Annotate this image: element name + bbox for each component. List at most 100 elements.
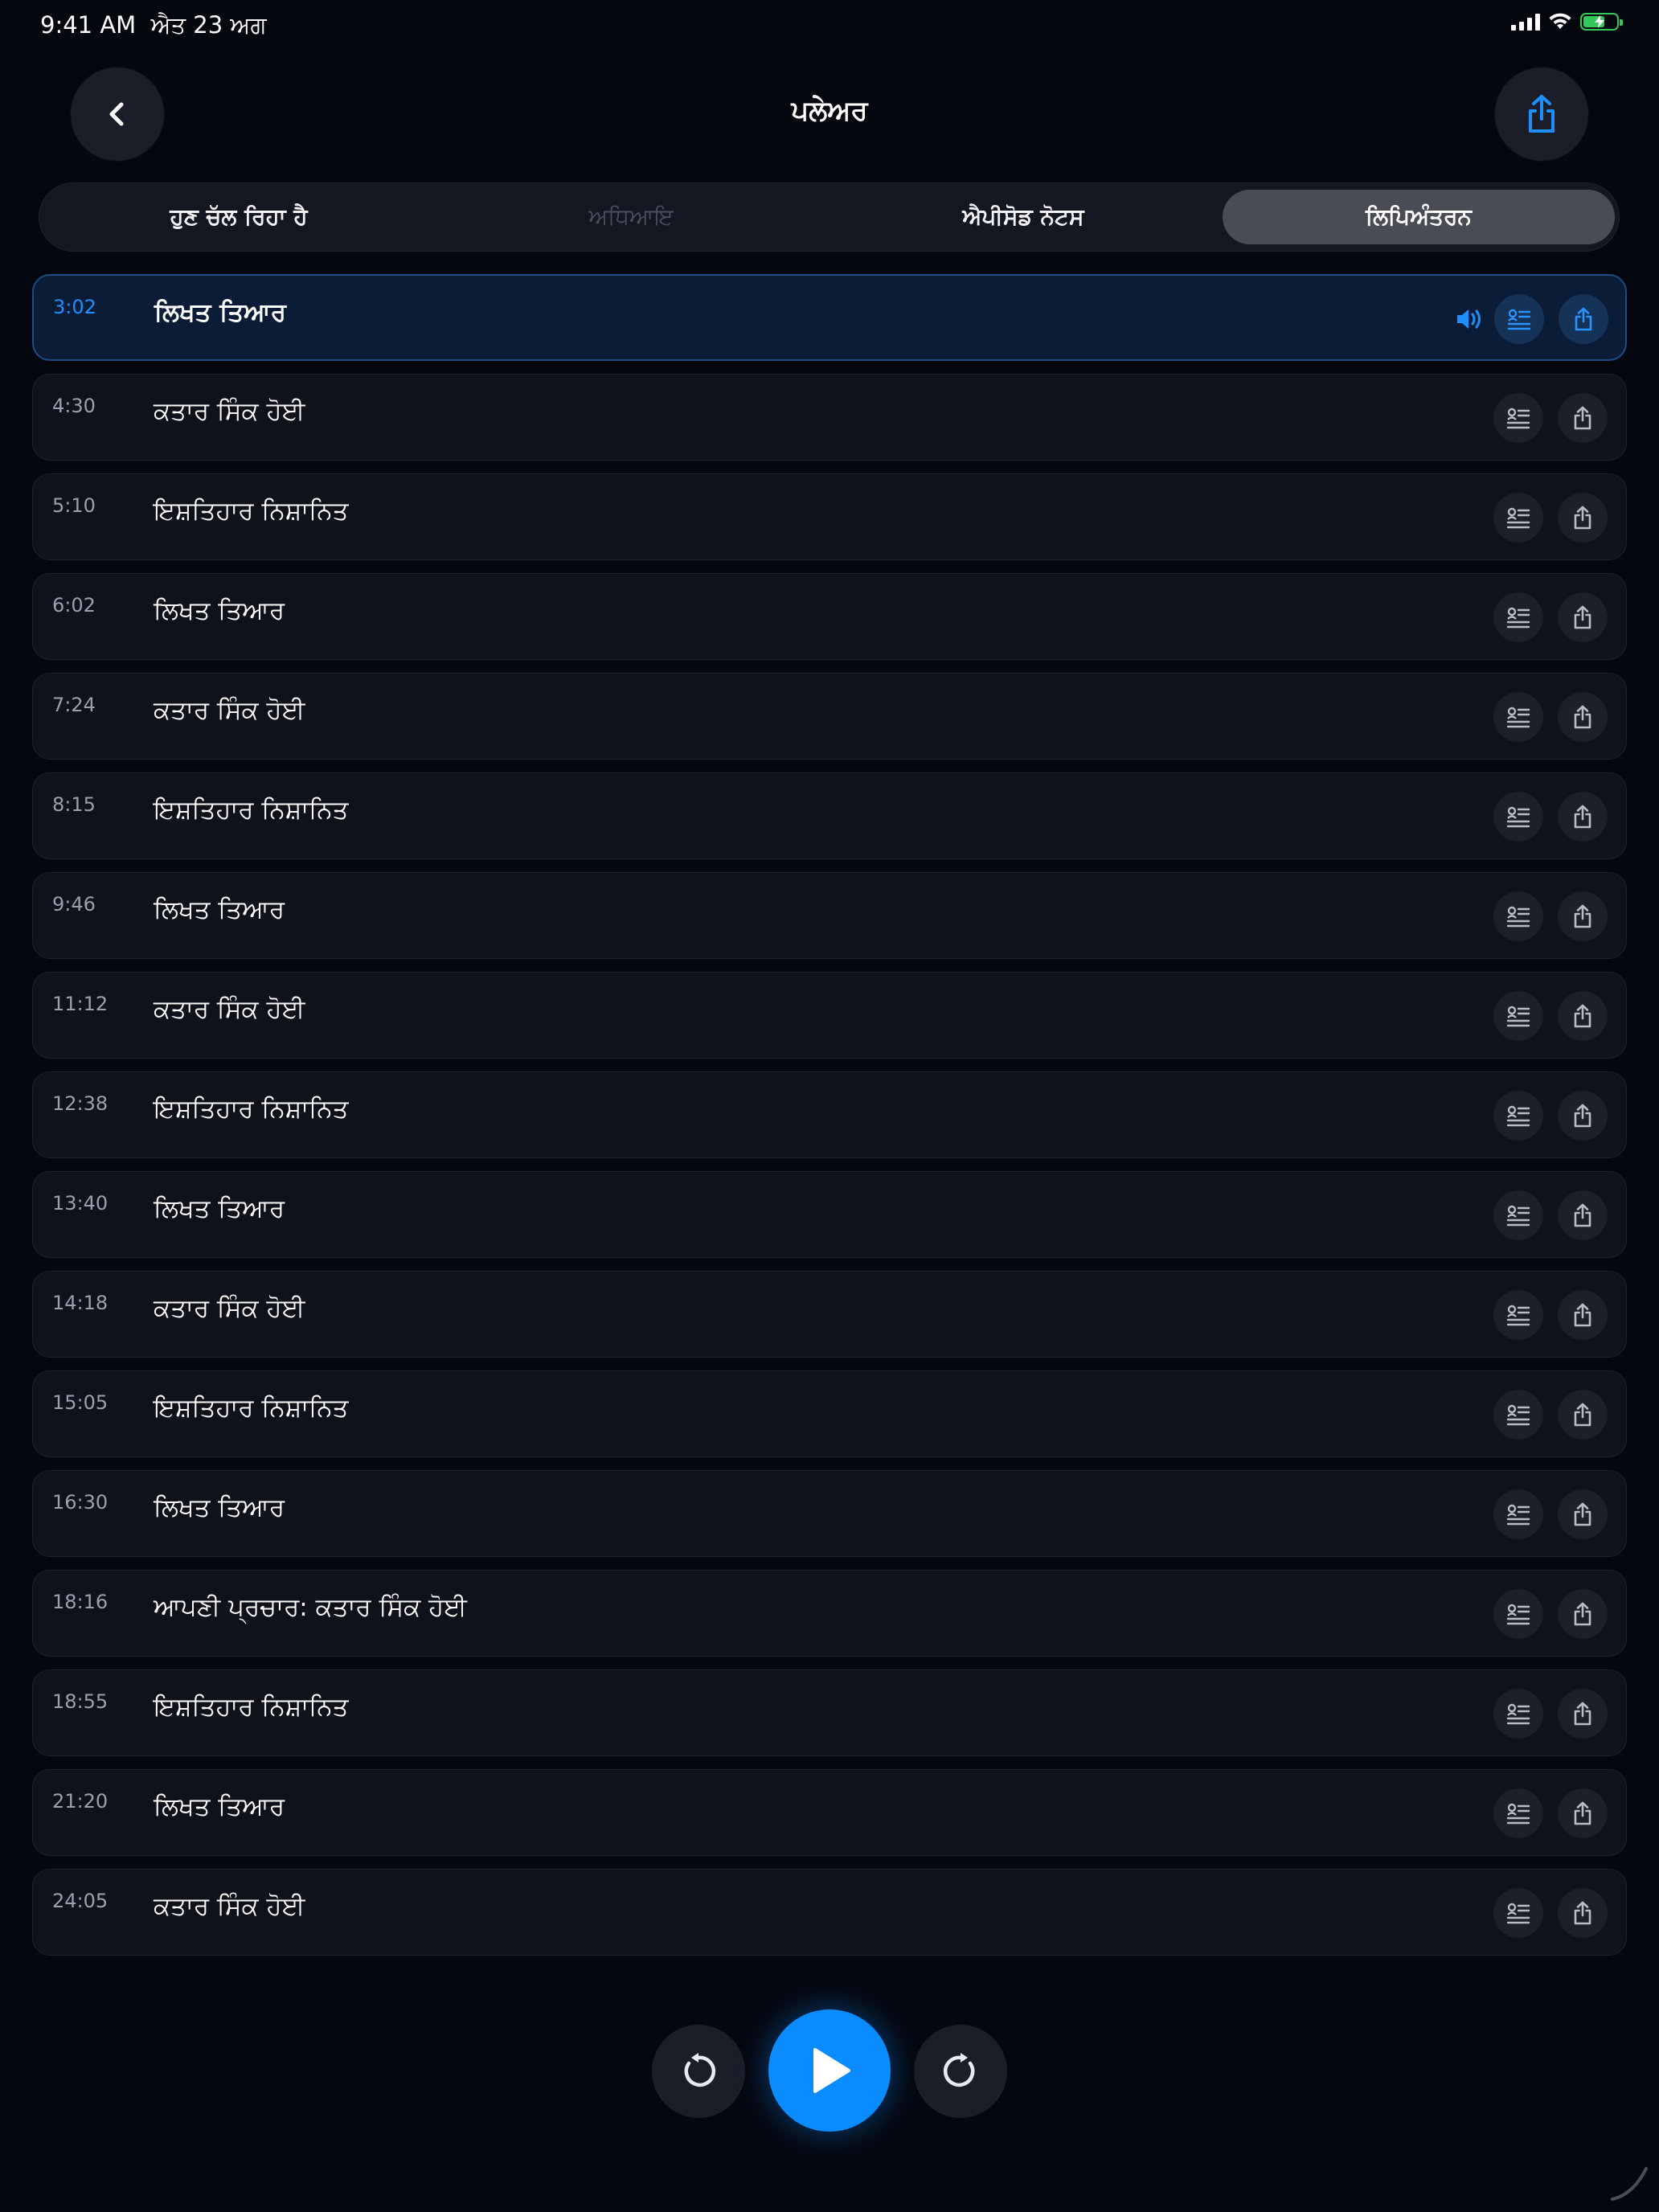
play-button[interactable] bbox=[768, 2009, 891, 2132]
share-segment-button[interactable] bbox=[1558, 792, 1608, 842]
transcript-row[interactable]: 18:55 ਇਸ਼ਤਿਹਾਰ ਨਿਸ਼ਾਨਿਤ bbox=[32, 1669, 1627, 1756]
share-segment-button[interactable] bbox=[1558, 991, 1608, 1041]
view-transcript-button[interactable] bbox=[1494, 294, 1544, 344]
header-share-button[interactable] bbox=[1495, 68, 1588, 161]
share-segment-button[interactable] bbox=[1558, 493, 1608, 543]
share-segment-button[interactable] bbox=[1558, 692, 1608, 742]
share-icon bbox=[1574, 805, 1591, 829]
view-transcript-button[interactable] bbox=[1493, 592, 1543, 642]
play-icon bbox=[813, 2048, 850, 2093]
tab-chapters[interactable]: ਅਧਿਆਇ bbox=[438, 190, 824, 244]
view-transcript-button[interactable] bbox=[1493, 1589, 1543, 1639]
transcript-row[interactable]: 6:02 ਲਿਖਤ ਤਿਆਰ bbox=[32, 573, 1627, 660]
transcript-row[interactable]: 13:40 ਲਿਖਤ ਤਿਆਰ bbox=[32, 1171, 1627, 1258]
tab-episode-notes[interactable]: ਐਪੀਸੋਡ ਨੋਟਸ bbox=[830, 190, 1216, 244]
transcript-lines-icon bbox=[1506, 507, 1530, 529]
transcript-timestamp: 18:16 bbox=[52, 1591, 109, 1613]
transcript-row[interactable]: 15:05 ਇਸ਼ਤਿਹਾਰ ਨਿਸ਼ਾਨਿਤ bbox=[32, 1370, 1627, 1457]
view-transcript-button[interactable] bbox=[1493, 1788, 1543, 1838]
view-transcript-button[interactable] bbox=[1493, 792, 1543, 842]
transcript-timestamp: 3:02 bbox=[53, 296, 96, 318]
transcript-row[interactable]: 4:30 ਕਤਾਰ ਸਿੰਕ ਹੋਈ bbox=[32, 374, 1627, 461]
share-segment-button[interactable] bbox=[1558, 1589, 1608, 1639]
skip-forward-button[interactable] bbox=[914, 2025, 1007, 2118]
share-segment-button[interactable] bbox=[1558, 592, 1608, 642]
transcript-text: ਲਿਖਤ ਤਿਆਰ bbox=[154, 1792, 285, 1821]
transcript-row-active[interactable]: 3:02 ਲਿਖਤ ਤਿਆਰ bbox=[32, 274, 1627, 361]
transcript-text: ਕਤਾਰ ਸਿੰਕ ਹੋਈ bbox=[154, 1892, 305, 1921]
view-transcript-button[interactable] bbox=[1493, 1290, 1543, 1340]
share-segment-button[interactable] bbox=[1558, 1390, 1608, 1440]
share-segment-button[interactable] bbox=[1558, 1888, 1608, 1938]
transcript-lines-icon bbox=[1506, 1006, 1530, 1027]
view-transcript-button[interactable] bbox=[1493, 393, 1543, 443]
view-transcript-button[interactable] bbox=[1493, 991, 1543, 1041]
view-transcript-button[interactable] bbox=[1493, 1390, 1543, 1440]
transcript-lines-icon bbox=[1506, 806, 1530, 828]
transcript-row[interactable]: 16:30 ਲਿਖਤ ਤਿਆਰ bbox=[32, 1470, 1627, 1557]
share-icon bbox=[1574, 1602, 1591, 1626]
view-transcript-button[interactable] bbox=[1493, 1689, 1543, 1739]
view-transcript-button[interactable] bbox=[1493, 1091, 1543, 1141]
view-transcript-button[interactable] bbox=[1493, 891, 1543, 941]
transcript-timestamp: 8:15 bbox=[52, 793, 96, 816]
view-transcript-button[interactable] bbox=[1493, 692, 1543, 742]
share-segment-button[interactable] bbox=[1558, 891, 1608, 941]
share-icon bbox=[1574, 1303, 1591, 1327]
share-segment-button[interactable] bbox=[1558, 393, 1608, 443]
status-time-date: 9:41 AM ਐਤ 23 ਅਗ bbox=[40, 11, 267, 39]
transcript-row[interactable]: 12:38 ਇਸ਼ਤਿਹਾਰ ਨਿਸ਼ਾਨਿਤ bbox=[32, 1071, 1627, 1158]
transcript-row[interactable]: 24:05 ਕਤਾਰ ਸਿੰਕ ਹੋਈ bbox=[32, 1869, 1627, 1956]
share-segment-button[interactable] bbox=[1559, 294, 1608, 344]
transcript-timestamp: 7:24 bbox=[52, 694, 96, 716]
transcript-timestamp: 12:38 bbox=[52, 1092, 109, 1115]
transcript-timestamp: 24:05 bbox=[52, 1890, 109, 1912]
transcript-timestamp: 16:30 bbox=[52, 1491, 109, 1514]
tab-now-playing[interactable]: ਹੁਣ ਚੱਲ ਰਿਹਾ ਹੈ bbox=[46, 190, 432, 244]
speaker-icon bbox=[1457, 309, 1481, 329]
transcript-lines-icon bbox=[1506, 1903, 1530, 1924]
view-transcript-button[interactable] bbox=[1493, 1489, 1543, 1539]
share-icon bbox=[1574, 605, 1591, 629]
transcript-lines-icon bbox=[1506, 906, 1530, 928]
transcript-text: ਇਸ਼ਤਿਹਾਰ ਨਿਸ਼ਾਨਿਤ bbox=[154, 1095, 349, 1124]
transcript-row[interactable]: 7:24 ਕਤਾਰ ਸਿੰਕ ਹੋਈ bbox=[32, 673, 1627, 760]
tab-transcript[interactable]: ਲਿਪਿਅੰਤਰਨ bbox=[1223, 190, 1615, 244]
transcript-text: ਲਿਖਤ ਤਿਆਰ bbox=[154, 596, 285, 625]
share-icon bbox=[1574, 506, 1591, 530]
transcript-timestamp: 18:55 bbox=[52, 1690, 109, 1713]
transcript-text: ਲਿਖਤ ਤਿਆਰ bbox=[154, 298, 286, 327]
view-transcript-button[interactable] bbox=[1493, 493, 1543, 543]
transcript-timestamp: 4:30 bbox=[52, 395, 96, 417]
share-icon bbox=[1574, 705, 1591, 729]
skip-back-icon bbox=[684, 2053, 716, 2087]
status-time: 9:41 AM bbox=[40, 11, 137, 39]
transcript-lines-icon bbox=[1506, 408, 1530, 429]
transcript-lines-icon bbox=[1506, 707, 1530, 728]
skip-back-button[interactable] bbox=[652, 2025, 745, 2118]
transcript-row[interactable]: 11:12 ਕਤਾਰ ਸਿੰਕ ਹੋਈ bbox=[32, 972, 1627, 1059]
transcript-row[interactable]: 18:16 ਆਪਣੀ ਪ੍ਰਚਾਰ: ਕਤਾਰ ਸਿੰਕ ਹੋਈ bbox=[32, 1570, 1627, 1657]
transcript-row[interactable]: 5:10 ਇਸ਼ਤਿਹਾਰ ਨਿਸ਼ਾਨਿਤ bbox=[32, 473, 1627, 560]
transcript-lines-icon bbox=[1507, 309, 1531, 330]
transcript-row[interactable]: 9:46 ਲਿਖਤ ਤਿਆਰ bbox=[32, 872, 1627, 959]
transcript-text: ਲਿਖਤ ਤਿਆਰ bbox=[154, 1194, 285, 1223]
share-segment-button[interactable] bbox=[1558, 1489, 1608, 1539]
transcript-row[interactable]: 14:18 ਕਤਾਰ ਸਿੰਕ ਹੋਈ bbox=[32, 1271, 1627, 1358]
share-segment-button[interactable] bbox=[1558, 1788, 1608, 1838]
view-transcript-button[interactable] bbox=[1493, 1888, 1543, 1938]
view-transcript-button[interactable] bbox=[1493, 1190, 1543, 1240]
skip-forward-icon bbox=[943, 2053, 975, 2087]
wifi-icon bbox=[1549, 13, 1571, 29]
share-icon bbox=[1574, 1004, 1591, 1028]
resize-grip-icon bbox=[1611, 2167, 1648, 2201]
share-segment-button[interactable] bbox=[1558, 1091, 1608, 1141]
page-title: ਪਲੇਅਰ bbox=[791, 95, 868, 127]
transcript-row[interactable]: 21:20 ਲਿਖਤ ਤਿਆਰ bbox=[32, 1769, 1627, 1856]
share-icon bbox=[1574, 1801, 1591, 1825]
share-segment-button[interactable] bbox=[1558, 1689, 1608, 1739]
share-segment-button[interactable] bbox=[1558, 1190, 1608, 1240]
share-segment-button[interactable] bbox=[1558, 1290, 1608, 1340]
transcript-row[interactable]: 8:15 ਇਸ਼ਤਿਹਾਰ ਨਿਸ਼ਾਨਿਤ bbox=[32, 772, 1627, 859]
transcript-text: ਕਤਾਰ ਸਿੰਕ ਹੋਈ bbox=[154, 397, 305, 426]
